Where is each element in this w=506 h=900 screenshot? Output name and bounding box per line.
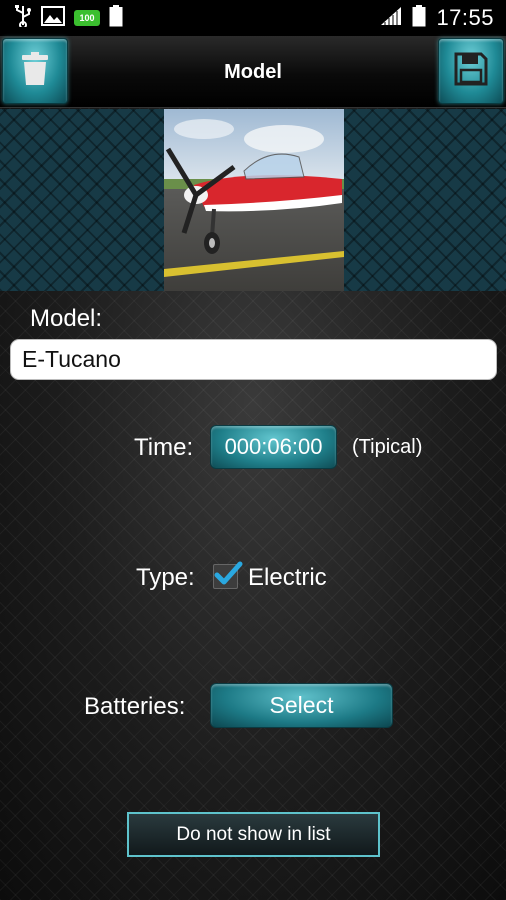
model-label: Model: [30,305,103,332]
electric-checkbox-label[interactable]: Electric [248,564,327,592]
model-name-input[interactable] [10,339,497,380]
page-title: Model [224,61,282,83]
time-note: (Tipical) [352,436,423,458]
battery-small-icon [109,4,123,32]
status-bar: 100 17:55 [0,0,506,36]
save-button[interactable] [438,38,504,104]
battery-full-badge-icon: 100 [74,10,100,26]
model-photo[interactable] [164,109,344,291]
select-batteries-button[interactable]: Select [210,683,393,728]
photo-banner [0,109,506,291]
checkmark-icon [213,559,243,594]
image-icon [41,5,65,31]
save-icon [454,52,488,91]
type-label: Type: [136,564,195,591]
do-not-show-in-list-button[interactable]: Do not show in list [127,812,380,857]
title-bar: Model [0,36,506,108]
time-button[interactable]: 000:06:00 [210,425,337,469]
battery-icon [412,4,426,32]
electric-checkbox[interactable] [213,561,243,589]
time-label: Time: [134,434,194,461]
signal-icon [380,6,402,31]
notification-icons: 100 [0,4,123,32]
usb-icon [14,4,32,32]
batteries-label: Batteries: [84,693,186,720]
clock: 17:55 [436,5,494,30]
